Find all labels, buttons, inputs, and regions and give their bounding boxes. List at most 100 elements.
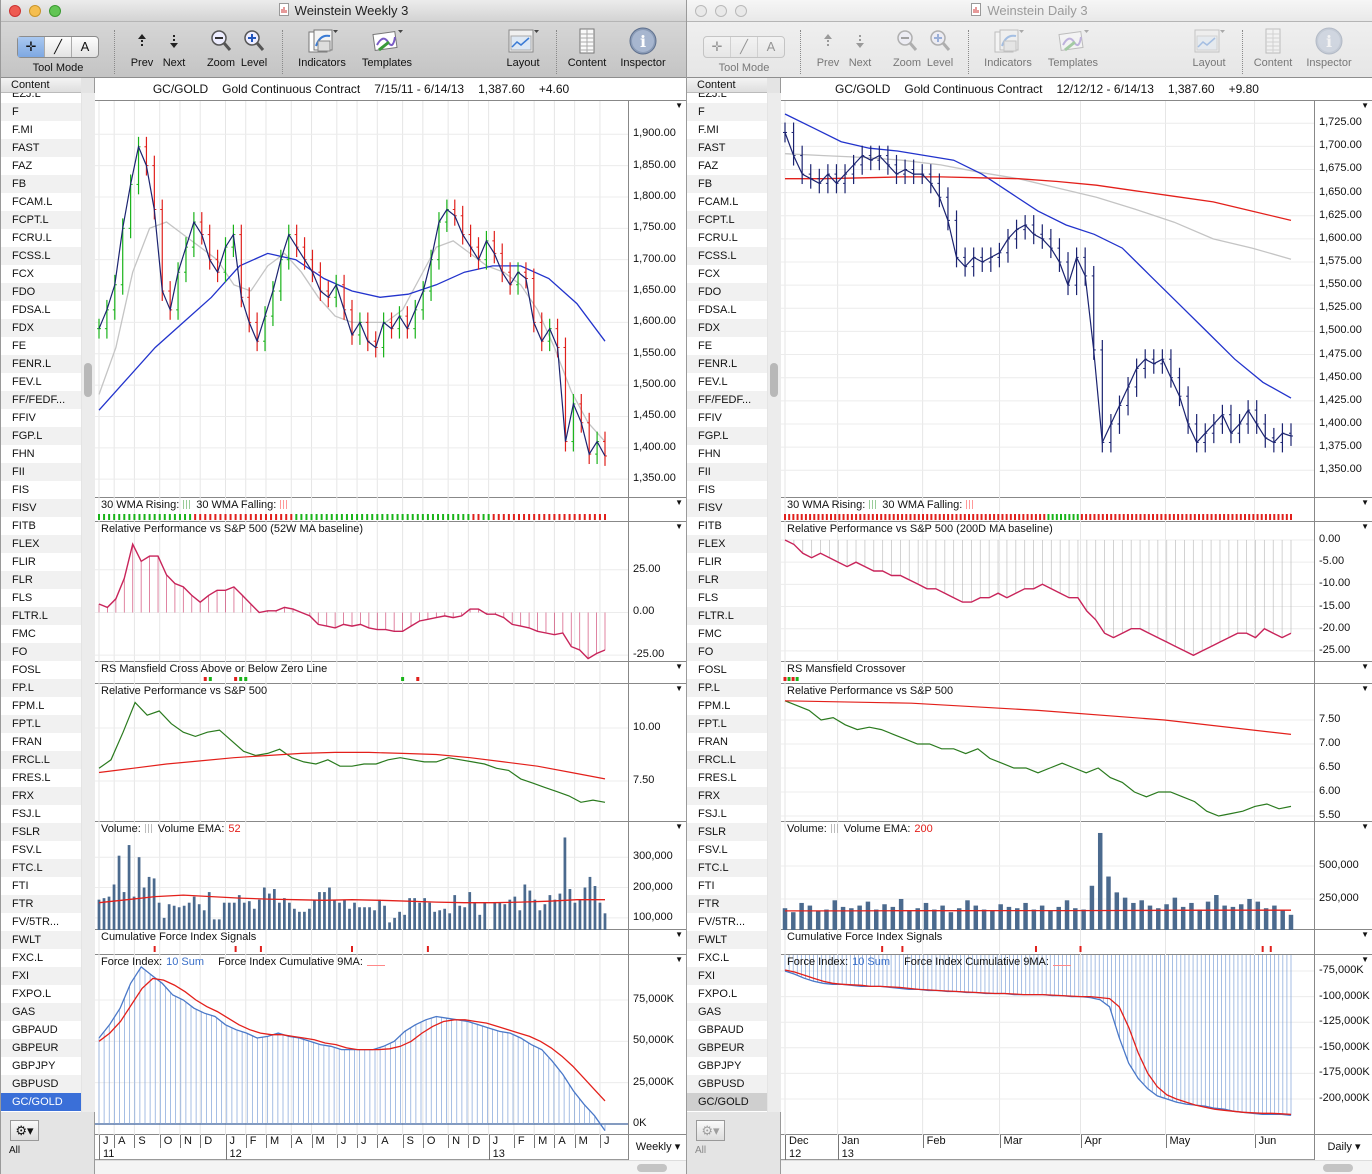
toolbar-inspector-button[interactable]: i Inspector [1299, 27, 1359, 69]
panel-menu-icon[interactable]: ▼ [1361, 662, 1369, 671]
symbol-list-item[interactable]: FAZ [687, 157, 767, 175]
symbol-list-item[interactable]: F.MI [687, 121, 767, 139]
symbol-list-item[interactable]: GBPUSD [687, 1075, 767, 1093]
symbol-list-item[interactable]: FCRU.L [1, 229, 81, 247]
symbol-list-item[interactable]: FRCL.L [687, 751, 767, 769]
crosshair-tool-button[interactable]: ✛ [18, 37, 45, 57]
horizontal-scrollbar[interactable] [781, 1160, 1372, 1174]
toolbar-layout-button[interactable]: Layout [1179, 28, 1239, 69]
symbol-list-item[interactable]: FP.L [687, 679, 767, 697]
symbol-list-item[interactable]: FISV [687, 499, 767, 517]
tool-mode-control[interactable]: ✛ ╱ A [17, 36, 99, 58]
panel-menu-icon[interactable]: ▼ [675, 101, 683, 110]
zoom-window-button[interactable] [735, 5, 747, 17]
symbol-list-item[interactable]: FDO [1, 283, 81, 301]
symbol-list-item[interactable]: FITB [687, 517, 767, 535]
tool-mode-control[interactable]: ✛ ╱ A [703, 36, 785, 58]
symbol-list-item[interactable]: GBPJPY [1, 1057, 81, 1075]
symbol-list-item[interactable]: FRES.L [687, 769, 767, 787]
symbol-list-item[interactable]: FDX [687, 319, 767, 337]
panel-menu-icon[interactable]: ▼ [675, 522, 683, 531]
symbol-list-item[interactable]: F [1, 103, 81, 121]
content-column-header[interactable]: Content [687, 78, 767, 93]
title-bar[interactable]: Weinstein Weekly 3 [1, 0, 686, 22]
symbol-list-item[interactable]: FSJ.L [687, 805, 767, 823]
symbol-list-item[interactable]: FO [687, 643, 767, 661]
symbol-list-item[interactable]: GBPJPY [687, 1057, 767, 1075]
symbol-list-item[interactable]: FCAM.L [687, 193, 767, 211]
symbol-list-item[interactable]: FOSL [687, 661, 767, 679]
toolbar-layout-button[interactable]: Layout [493, 28, 553, 69]
symbol-list-item[interactable]: FV/5TR... [1, 913, 81, 931]
symbol-list-item[interactable]: GAS [1, 1003, 81, 1021]
symbol-list-item[interactable]: FRCL.L [1, 751, 81, 769]
symbol-list-item[interactable]: FPM.L [1, 697, 81, 715]
symbol-list-item[interactable]: GBPEUR [687, 1039, 767, 1057]
line-tool-button[interactable]: ╱ [731, 37, 758, 57]
symbol-list-item[interactable]: FDX [1, 319, 81, 337]
gear-menu-button[interactable]: ⚙▾ [10, 1120, 39, 1141]
panel-menu-icon[interactable]: ▼ [1361, 522, 1369, 531]
symbol-list-item[interactable]: FLEX [1, 535, 81, 553]
symbol-list-item[interactable]: FMC [687, 625, 767, 643]
symbol-list-item[interactable]: GAS [687, 1003, 767, 1021]
symbol-list-item[interactable]: FXC.L [1, 949, 81, 967]
panel-menu-icon[interactable]: ▼ [1361, 930, 1369, 939]
symbol-list-item[interactable]: F.MI [1, 121, 81, 139]
symbol-list-item[interactable]: FLIR [687, 553, 767, 571]
horizontal-scroll-thumb[interactable] [1323, 1164, 1353, 1172]
toolbar-templates-button[interactable]: Templates [357, 28, 417, 69]
symbol-list-item[interactable]: FTR [1, 895, 81, 913]
symbol-list-item[interactable]: FXI [1, 967, 81, 985]
symbol-list-item[interactable]: FLTR.L [687, 607, 767, 625]
sidebar-scrollbar[interactable] [82, 93, 95, 1112]
symbol-list-item[interactable]: EZJ.L [1, 93, 81, 103]
minimize-window-button[interactable] [715, 5, 727, 17]
symbol-list-item[interactable]: GBPAUD [1, 1021, 81, 1039]
symbol-list-item[interactable]: FISV [1, 499, 81, 517]
symbol-list-item[interactable]: FLS [687, 589, 767, 607]
symbol-list-item[interactable]: FRX [1, 787, 81, 805]
toolbar-indicators-button[interactable]: Indicators [978, 28, 1038, 69]
symbol-list-item[interactable]: FPM.L [687, 697, 767, 715]
symbol-list-item[interactable]: FGP.L [1, 427, 81, 445]
symbol-list-item[interactable]: FLTR.L [1, 607, 81, 625]
symbol-list-item[interactable]: FLR [1, 571, 81, 589]
symbol-list-item[interactable]: FWLT [687, 931, 767, 949]
toolbar-indicators-button[interactable]: Indicators [292, 28, 352, 69]
panel-menu-icon[interactable]: ▼ [675, 684, 683, 693]
symbol-list-item[interactable]: FPT.L [687, 715, 767, 733]
symbol-list-item[interactable]: FRAN [1, 733, 81, 751]
symbol-list-item[interactable]: FCRU.L [687, 229, 767, 247]
symbol-list-item[interactable]: FIS [687, 481, 767, 499]
symbol-list-item[interactable]: GBPEUR [1, 1039, 81, 1057]
symbol-list-item[interactable]: FGP.L [687, 427, 767, 445]
toolbar-content-button[interactable]: Content [1243, 28, 1303, 69]
symbol-list-item[interactable]: GC/GOLD [687, 1093, 767, 1111]
periodicity-selector[interactable]: Daily ▾ [1314, 1135, 1372, 1160]
symbol-list-item[interactable]: FAZ [1, 157, 81, 175]
symbol-list-item[interactable]: FV/5TR... [687, 913, 767, 931]
horizontal-scroll-thumb[interactable] [637, 1164, 667, 1172]
crosshair-tool-button[interactable]: ✛ [704, 37, 731, 57]
sidebar-scrollbar[interactable] [768, 93, 781, 1112]
symbol-list-item[interactable]: FO [1, 643, 81, 661]
symbol-list-item[interactable]: FCX [687, 265, 767, 283]
content-column-header[interactable]: Content [1, 78, 81, 93]
symbol-list-item[interactable]: FTI [1, 877, 81, 895]
panel-menu-icon[interactable]: ▼ [675, 930, 683, 939]
gear-menu-button[interactable]: ⚙▾ [696, 1120, 725, 1141]
symbol-list-item[interactable]: FE [1, 337, 81, 355]
panel-menu-icon[interactable]: ▼ [675, 662, 683, 671]
symbol-list-item[interactable]: FXPO.L [1, 985, 81, 1003]
symbol-list-item[interactable]: FHN [687, 445, 767, 463]
panel-menu-icon[interactable]: ▼ [1361, 955, 1369, 964]
symbol-list-item[interactable]: FENR.L [1, 355, 81, 373]
symbol-list-item[interactable]: FAST [1, 139, 81, 157]
symbol-list-item[interactable]: FWLT [1, 931, 81, 949]
symbol-list-item[interactable]: FSLR [1, 823, 81, 841]
close-window-button[interactable] [695, 5, 707, 17]
symbol-list-item[interactable]: FXPO.L [687, 985, 767, 1003]
symbol-list-item[interactable]: FCX [1, 265, 81, 283]
symbol-list-item[interactable]: FTI [687, 877, 767, 895]
